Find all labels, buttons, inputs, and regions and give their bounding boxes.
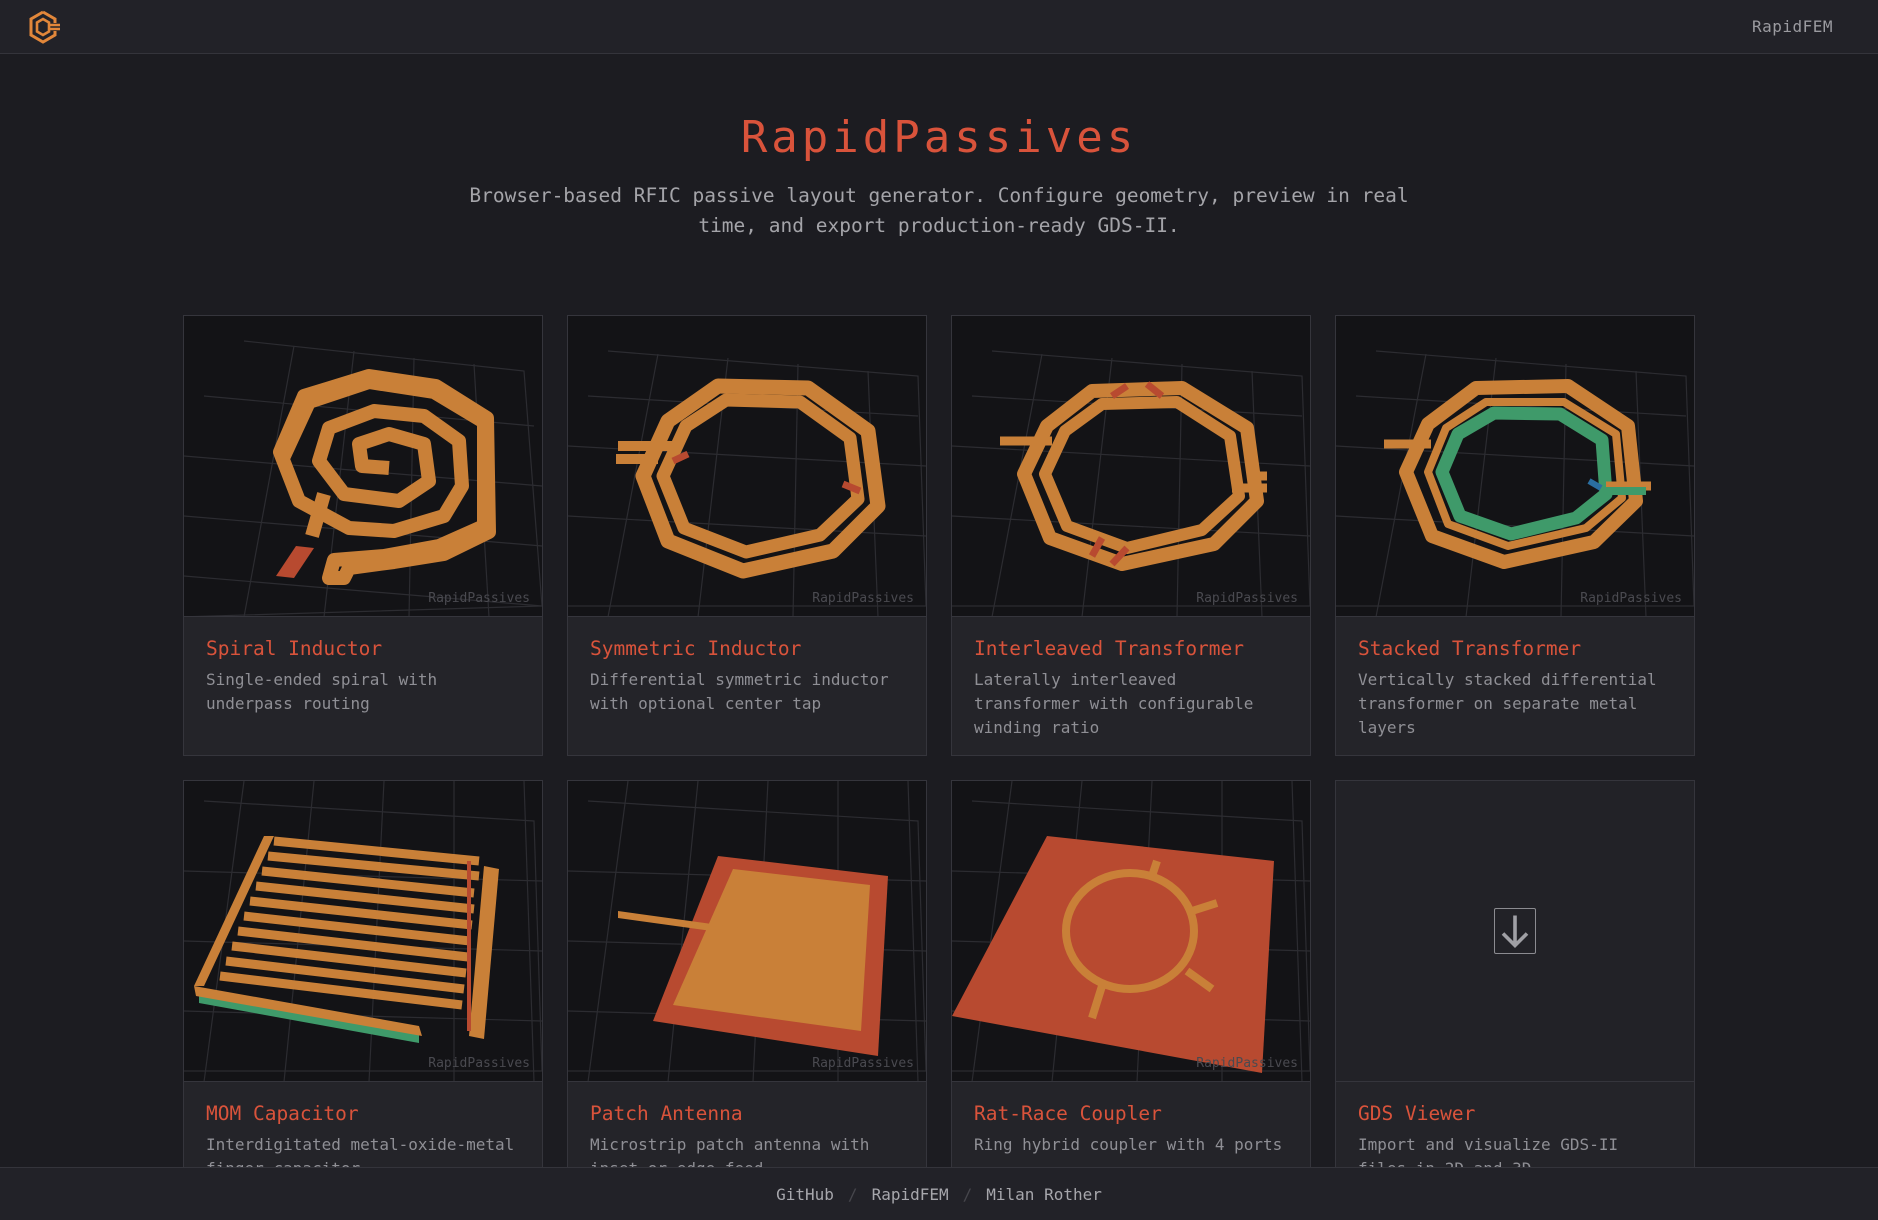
card-mom-capacitor[interactable]: RapidPassives MOM Capacitor Interdigitat…: [183, 780, 543, 1220]
card-title: Interleaved Transformer: [974, 637, 1245, 660]
card-interleaved-transformer[interactable]: RapidPassives Interleaved Transformer La…: [951, 315, 1311, 756]
rapidpassives-logo-icon[interactable]: [24, 8, 62, 46]
watermark: RapidPassives: [1196, 591, 1298, 606]
watermark: RapidPassives: [812, 1056, 914, 1071]
card-symmetric-inductor[interactable]: RapidPassives Symmetric Inductor Differe…: [567, 315, 927, 756]
card-title: Rat-Race Coupler: [974, 1102, 1162, 1125]
footer-link-rapidfem[interactable]: RapidFEM: [872, 1185, 949, 1204]
rapidfem-link[interactable]: RapidFEM: [1752, 17, 1833, 36]
interleaved-transformer-preview: RapidPassives: [952, 316, 1310, 617]
spiral-inductor-preview: RapidPassives: [184, 316, 542, 617]
footer-separator: /: [847, 1184, 858, 1204]
card-title: Patch Antenna: [590, 1102, 743, 1125]
card-title: Spiral Inductor: [206, 637, 383, 660]
card-title: Symmetric Inductor: [590, 637, 802, 660]
download-icon: [1494, 908, 1536, 954]
watermark: RapidPassives: [812, 591, 914, 606]
page-subtitle: Browser-based RFIC passive layout genera…: [469, 184, 1409, 237]
watermark: RapidPassives: [1580, 591, 1682, 606]
top-bar: RapidFEM: [0, 0, 1878, 54]
symmetric-inductor-preview: RapidPassives: [568, 316, 926, 617]
mom-capacitor-preview: RapidPassives: [184, 781, 542, 1082]
tool-grid: RapidPassives Spiral Inductor Single-end…: [183, 315, 1695, 1220]
card-description: Laterally interleaved transformer with c…: [974, 670, 1254, 737]
card-rat-race-coupler[interactable]: RapidPassives Rat-Race Coupler Ring hybr…: [951, 780, 1311, 1220]
card-patch-antenna[interactable]: RapidPassives Patch Antenna Microstrip p…: [567, 780, 927, 1220]
card-description: Differential symmetric inductor with opt…: [590, 670, 889, 713]
watermark: RapidPassives: [428, 1056, 530, 1071]
watermark: RapidPassives: [428, 591, 530, 606]
footer-separator: /: [962, 1184, 973, 1204]
card-stacked-transformer[interactable]: RapidPassives Stacked Transformer Vertic…: [1335, 315, 1695, 756]
footer: GitHub / RapidFEM / Milan Rother: [0, 1167, 1878, 1220]
footer-link-github[interactable]: GitHub: [776, 1185, 834, 1204]
rat-race-coupler-preview: RapidPassives: [952, 781, 1310, 1082]
patch-antenna-preview: RapidPassives: [568, 781, 926, 1082]
stacked-transformer-preview: RapidPassives: [1336, 316, 1694, 617]
watermark: RapidPassives: [1196, 1056, 1298, 1071]
card-title: MOM Capacitor: [206, 1102, 359, 1125]
card-spiral-inductor[interactable]: RapidPassives Spiral Inductor Single-end…: [183, 315, 543, 756]
card-description: Vertically stacked differential transfor…: [1358, 670, 1657, 737]
gds-viewer-preview: [1336, 781, 1694, 1082]
card-description: Ring hybrid coupler with 4 ports: [974, 1135, 1283, 1154]
footer-link-author[interactable]: Milan Rother: [986, 1185, 1102, 1204]
card-description: Single-ended spiral with underpass routi…: [206, 670, 438, 713]
card-gds-viewer[interactable]: GDS Viewer Import and visualize GDS-II f…: [1335, 780, 1695, 1220]
page-title: RapidPassives: [740, 112, 1138, 163]
card-title: Stacked Transformer: [1358, 637, 1582, 660]
hero: RapidPassives Browser-based RFIC passive…: [0, 112, 1878, 241]
card-title: GDS Viewer: [1358, 1102, 1476, 1125]
